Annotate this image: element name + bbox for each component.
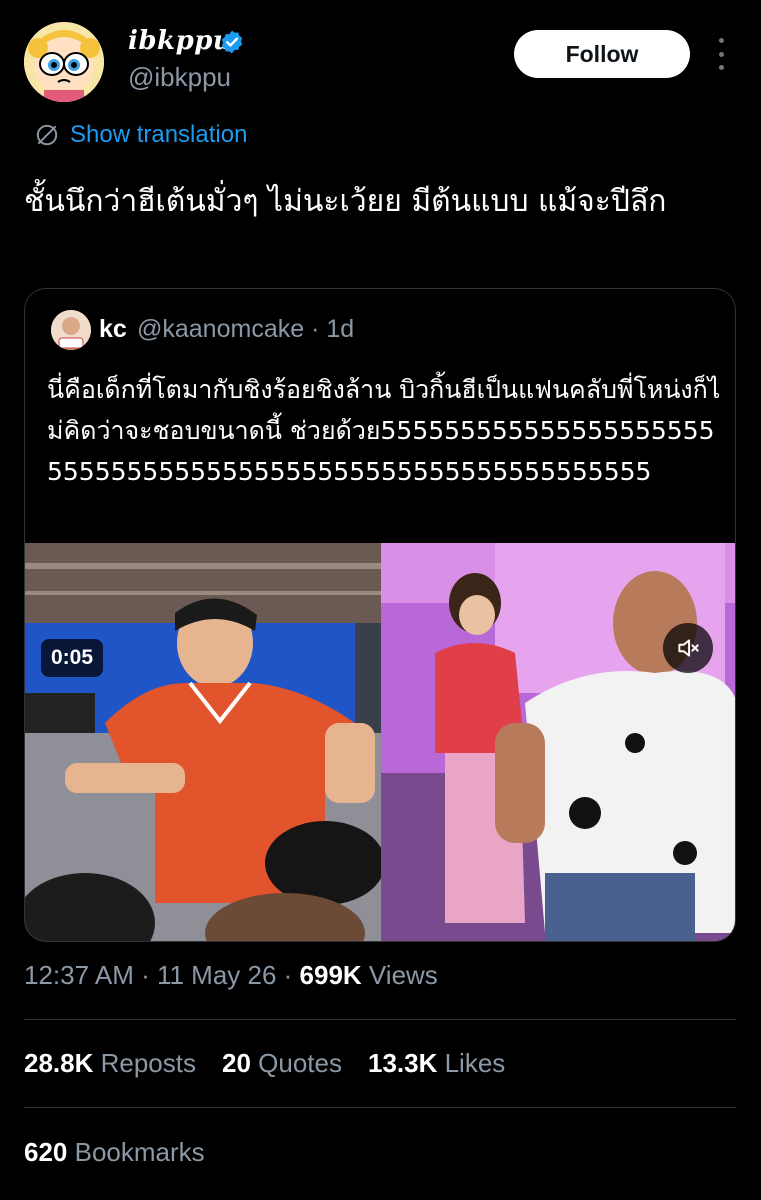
tweet-timestamp[interactable]: 12:37 AM · 11 May 26 ·	[24, 960, 300, 990]
bookmarks-count: 620	[24, 1137, 68, 1167]
quotes-count: 20	[222, 1048, 251, 1078]
bookmarks-stat[interactable]: 620 Bookmarks	[24, 1137, 205, 1168]
mute-button[interactable]	[663, 623, 713, 673]
translate-globe-icon	[36, 124, 58, 146]
quoted-author-name: kc	[99, 315, 127, 343]
likes-label: Likes	[437, 1048, 506, 1078]
quotes-stat[interactable]: 20 Quotes	[222, 1048, 342, 1079]
show-translation-link[interactable]: Show translation	[34, 120, 247, 150]
views-label: Views	[361, 960, 438, 990]
quoted-author-avatar	[51, 310, 91, 350]
author-handle[interactable]: @ibkppu	[128, 62, 231, 93]
likes-stat[interactable]: 13.3K Likes	[368, 1048, 505, 1079]
views-count: 699K	[299, 960, 362, 990]
bookmarks-label: Bookmarks	[67, 1137, 205, 1167]
quotes-label: Quotes	[250, 1048, 342, 1078]
verified-badge-icon	[219, 29, 245, 55]
reposts-stat[interactable]: 28.8K Reposts	[24, 1048, 196, 1079]
video-duration-badge: 0:05	[41, 639, 104, 677]
tweet-text: ชั้นนึกว่าฮีเต้นมั่วๆ ไม่นะเว้ยย มีต้นแบ…	[24, 184, 667, 219]
speaker-muted-icon	[678, 639, 699, 657]
divider	[24, 1107, 736, 1108]
author-avatar[interactable]	[24, 22, 104, 102]
engagement-stats: 28.8K Reposts 20 Quotes 13.3K Likes	[24, 1048, 531, 1079]
divider	[24, 1019, 736, 1020]
quoted-tweet-card[interactable]: kc @kaanomcake · 1d นี่คือเด็กที่โตมากับ…	[24, 288, 736, 942]
tweet-meta: 12:37 AM · 11 May 26 · 699K Views	[24, 960, 438, 991]
quoted-author-handle-time: @kaanomcake · 1d	[137, 315, 355, 343]
quoted-video[interactable]	[25, 543, 735, 941]
reposts-label: Reposts	[93, 1048, 196, 1078]
author-display-name[interactable]: ibkppu	[128, 26, 232, 56]
quoted-tweet-text: นี่คือเด็กที่โตมากับชิงร้อยชิงล้าน บิวกิ…	[47, 375, 721, 486]
more-options-icon[interactable]	[712, 38, 730, 70]
follow-button[interactable]: Follow	[514, 30, 690, 78]
reposts-count: 28.8K	[24, 1048, 94, 1078]
likes-count: 13.3K	[367, 1048, 438, 1078]
show-translation-label[interactable]: Show translation	[70, 121, 247, 149]
